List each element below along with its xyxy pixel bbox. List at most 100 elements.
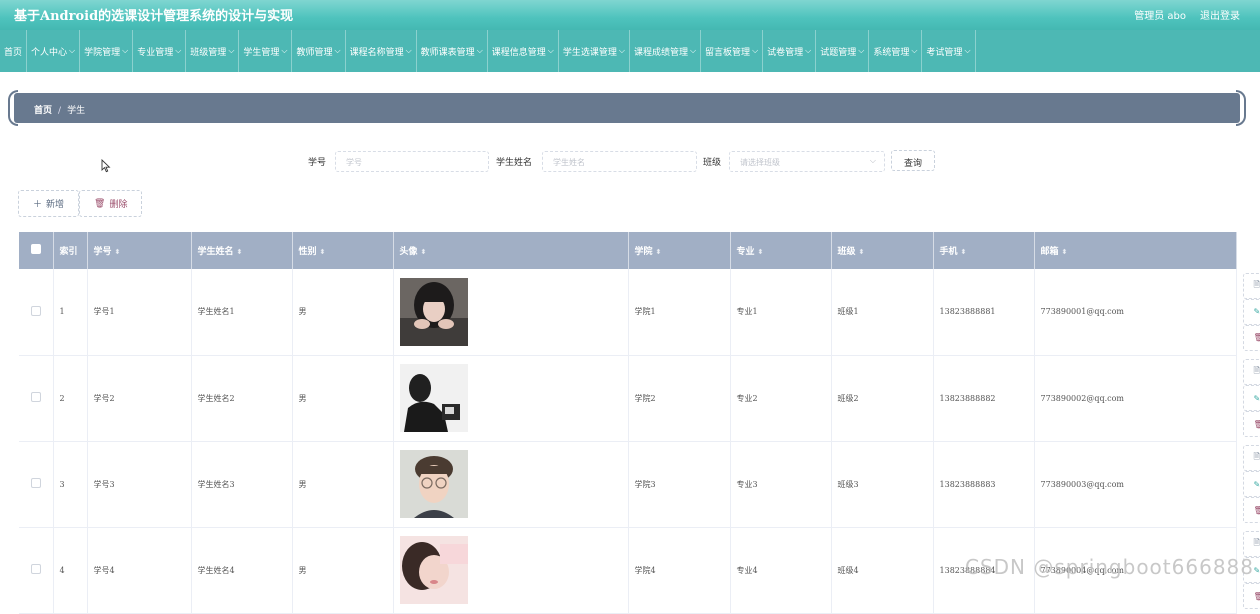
- trash-icon: 🗑︎: [1254, 592, 1260, 601]
- chevron-down-icon: ⌵: [335, 46, 341, 56]
- column-header-8[interactable]: 手机⬍: [933, 232, 1034, 269]
- edit-button[interactable]: ✎修改: [1243, 299, 1260, 325]
- nav-item-7[interactable]: 课程名称管理⌵: [346, 30, 417, 72]
- sort-icon[interactable]: ⬍: [320, 248, 326, 256]
- nav-item-16[interactable]: 考试管理⌵: [922, 30, 975, 72]
- nav-item-11[interactable]: 课程成绩管理⌵: [630, 30, 701, 72]
- column-header-9[interactable]: 邮箱⬍: [1034, 232, 1236, 269]
- sort-icon[interactable]: ⬍: [421, 248, 427, 256]
- column-header-2[interactable]: 学生姓名⬍: [191, 232, 292, 269]
- nav-item-8[interactable]: 教师课表管理⌵: [417, 30, 488, 72]
- avatar: [400, 536, 468, 604]
- email-cell: 773890003@qq.com: [1034, 441, 1236, 527]
- major-cell: 专业4: [730, 527, 831, 613]
- logout-link[interactable]: 退出登录: [1200, 7, 1240, 22]
- batch-delete-button[interactable]: 🗑︎ 删除: [79, 190, 142, 217]
- breadcrumb-bar: 首页/学生: [14, 93, 1240, 123]
- column-header-5[interactable]: 学院⬍: [628, 232, 730, 269]
- phone-cell: 13823888883: [933, 441, 1034, 527]
- sort-icon[interactable]: ⬍: [961, 248, 967, 256]
- column-header-6[interactable]: 专业⬍: [730, 232, 831, 269]
- select-all-checkbox[interactable]: [31, 244, 41, 254]
- email-cell: 773890002@qq.com: [1034, 355, 1236, 441]
- nav-item-6[interactable]: 教师管理⌵: [292, 30, 345, 72]
- nav-item-3[interactable]: 专业管理⌵: [133, 30, 186, 72]
- row-checkbox[interactable]: [31, 306, 41, 316]
- nav-item-4[interactable]: 班级管理⌵: [186, 30, 239, 72]
- document-icon: 🗎: [1254, 365, 1260, 379]
- column-header-3[interactable]: 性别⬍: [292, 232, 393, 269]
- student-id-cell: 学号2: [87, 355, 191, 441]
- row-checkbox[interactable]: [31, 478, 41, 488]
- nav-item-14[interactable]: 试题管理⌵: [816, 30, 869, 72]
- chevron-down-icon: ⌵: [690, 46, 696, 56]
- delete-button[interactable]: 🗑︎删除: [1243, 497, 1260, 523]
- edit-button[interactable]: ✎修改: [1243, 471, 1260, 497]
- top-header: 基于Android的选课设计管理系统的设计与实现 管理员 abo 退出登录: [0, 0, 1260, 30]
- nav-item-0[interactable]: 首页: [0, 30, 27, 72]
- chevron-down-icon: ⌵: [964, 46, 970, 56]
- student-name-input[interactable]: 学生姓名: [542, 151, 697, 172]
- detail-button[interactable]: 🗎详情: [1243, 445, 1260, 471]
- avatar-cell: [393, 355, 628, 441]
- nav-item-label: 教师课表管理: [421, 45, 475, 58]
- bracket-right-decoration: [1236, 90, 1246, 126]
- column-header-7[interactable]: 班级⬍: [831, 232, 933, 269]
- sort-icon[interactable]: ⬍: [859, 248, 865, 256]
- column-header-label: 学号: [94, 247, 112, 257]
- nav-item-1[interactable]: 个人中心⌵: [27, 30, 80, 72]
- nav-item-label: 学院管理: [84, 45, 120, 58]
- sort-icon[interactable]: ⬍: [237, 248, 243, 256]
- chevron-down-icon: ⌵: [911, 46, 917, 56]
- sort-icon[interactable]: ⬍: [115, 248, 121, 256]
- current-user-label: 管理员 abo: [1134, 7, 1186, 22]
- student-name-cell: 学生姓名1: [191, 269, 292, 355]
- sort-icon[interactable]: ⬍: [1062, 248, 1068, 256]
- chevron-down-icon: ⌵: [752, 46, 758, 56]
- delete-button[interactable]: 🗑︎删除: [1243, 411, 1260, 437]
- class-select[interactable]: 请选择班级 ⌵: [729, 151, 885, 172]
- nav-item-12[interactable]: 留言板管理⌵: [701, 30, 763, 72]
- edit-button[interactable]: ✎修改: [1243, 385, 1260, 411]
- query-button[interactable]: 查询: [891, 150, 935, 171]
- sort-icon[interactable]: ⬍: [656, 248, 662, 256]
- column-header-4[interactable]: 头像⬍: [393, 232, 628, 269]
- column-header-1[interactable]: 学号⬍: [87, 232, 191, 269]
- chevron-down-icon: ⌵: [870, 156, 876, 166]
- nav-item-13[interactable]: 试卷管理⌵: [763, 30, 816, 72]
- chevron-down-icon: ⌵: [805, 46, 811, 56]
- detail-button[interactable]: 🗎详情: [1243, 273, 1260, 299]
- row-checkbox[interactable]: [31, 564, 41, 574]
- detail-button[interactable]: 🗎详情: [1243, 531, 1260, 557]
- college-cell: 学院3: [628, 441, 730, 527]
- csdn-watermark: CSDN @springboot666888: [965, 555, 1254, 579]
- student-id-cell: 学号4: [87, 527, 191, 613]
- chevron-down-icon: ⌵: [228, 46, 234, 56]
- row-checkbox[interactable]: [31, 392, 41, 402]
- add-button[interactable]: ＋ 新增: [18, 190, 79, 217]
- sort-icon[interactable]: ⬍: [758, 248, 764, 256]
- nav-item-label: 教师管理: [296, 45, 332, 58]
- chevron-down-icon: ⌵: [122, 46, 128, 56]
- student-name-cell: 学生姓名3: [191, 441, 292, 527]
- index-cell: 3: [53, 441, 87, 527]
- nav-item-9[interactable]: 课程信息管理⌵: [488, 30, 559, 72]
- detail-button[interactable]: 🗎详情: [1243, 359, 1260, 385]
- nav-item-label: 首页: [4, 45, 22, 58]
- document-icon: 🗎: [1254, 279, 1260, 293]
- nav-item-2[interactable]: 学院管理⌵: [80, 30, 133, 72]
- nav-item-10[interactable]: 学生选课管理⌵: [559, 30, 630, 72]
- index-cell: 2: [53, 355, 87, 441]
- student-name-cell: 学生姓名2: [191, 355, 292, 441]
- row-checkbox-cell: [19, 269, 53, 355]
- breadcrumb-home-link[interactable]: 首页: [34, 106, 52, 116]
- nav-item-label: 系统管理: [873, 45, 909, 58]
- nav-item-5[interactable]: 学生管理⌵: [239, 30, 292, 72]
- phone-cell: 13823888881: [933, 269, 1034, 355]
- document-icon: 🗎: [1254, 451, 1260, 465]
- delete-button[interactable]: 🗑︎删除: [1243, 325, 1260, 351]
- nav-item-15[interactable]: 系统管理⌵: [869, 30, 922, 72]
- student-id-input[interactable]: 学号: [335, 151, 489, 172]
- class-cell: 班级2: [831, 355, 933, 441]
- column-header-label: 手机: [940, 247, 958, 257]
